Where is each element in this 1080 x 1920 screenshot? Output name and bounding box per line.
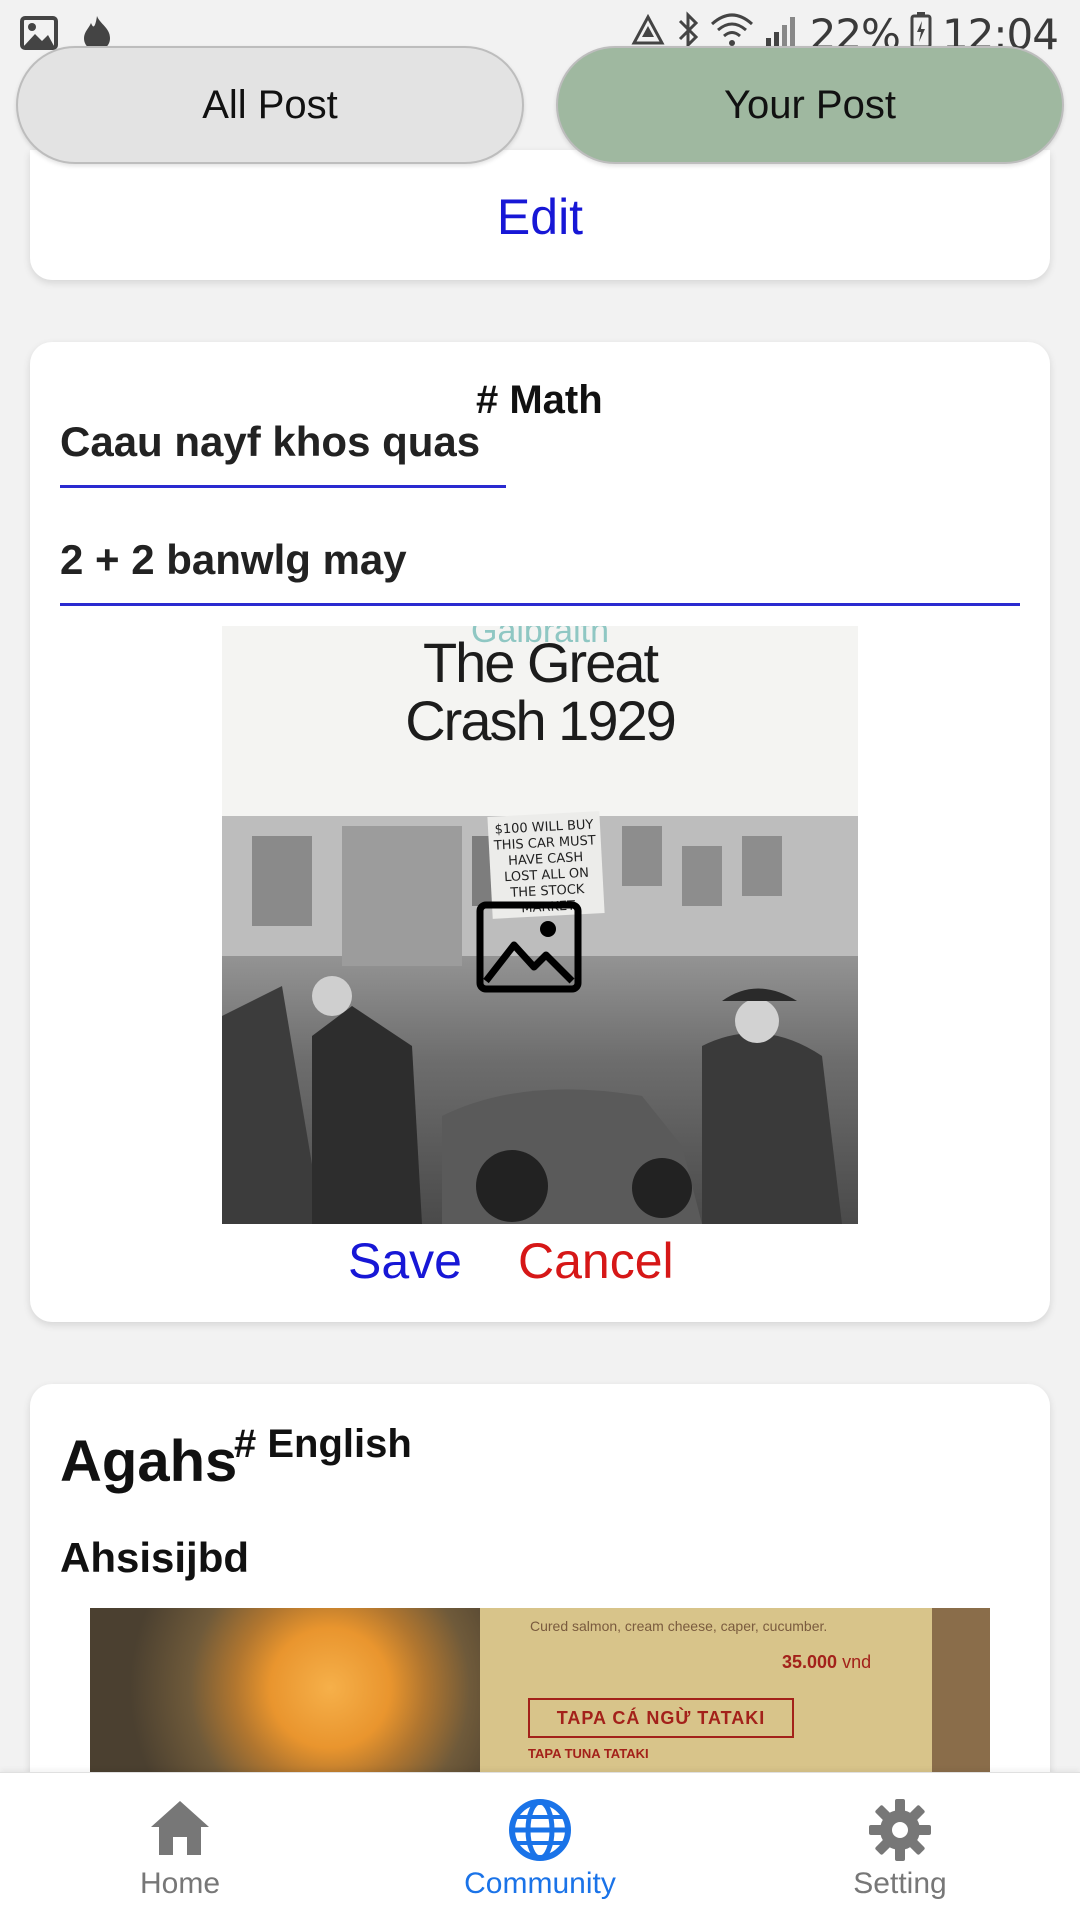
post-card-previous: Edit [30, 150, 1050, 280]
nav-item-setting[interactable]: Setting [720, 1773, 1080, 1920]
home-icon [147, 1797, 213, 1863]
post-tag: # Math [476, 378, 603, 422]
post-tag: # English [234, 1422, 412, 1466]
screen: 22% 12:04 Edit # Math Caau nayf khos qua… [0, 0, 1080, 1920]
post-body-input[interactable]: 2 + 2 banwlg may [60, 536, 1020, 606]
nav-label-community: Community [464, 1867, 616, 1900]
menu-description: Cured salmon, cream cheese, caper, cucum… [530, 1618, 828, 1634]
edit-button[interactable]: Edit [30, 188, 1050, 246]
globe-icon [507, 1797, 573, 1863]
cancel-button[interactable]: Cancel [518, 1232, 674, 1290]
tab-all-post[interactable]: All Post [16, 46, 524, 164]
menu-price: 35.000 vnd [782, 1652, 872, 1672]
gear-icon [867, 1797, 933, 1863]
post-card-editing: # Math Caau nayf khos quas 2 + 2 banwlg … [30, 342, 1050, 1322]
menu-item-name: TAPA CÁ NGỪ TATAKI [528, 1698, 794, 1738]
book-cover-top: Galbraith The Great Crash 1929 [222, 626, 858, 816]
bottom-navigation: Home Community Setting [0, 1772, 1080, 1920]
save-button[interactable]: Save [348, 1232, 462, 1290]
tab-your-post[interactable]: Your Post [556, 46, 1064, 164]
nav-item-community[interactable]: Community [360, 1773, 720, 1920]
post-title-input[interactable]: Caau nayf khos quas [60, 418, 506, 488]
nav-item-home[interactable]: Home [0, 1773, 360, 1920]
image-picker-icon[interactable] [476, 901, 582, 998]
menu-item-subname: TAPA TUNA TATAKI [528, 1746, 649, 1761]
post-body: Ahsisijbd [60, 1534, 250, 1581]
nav-label-home: Home [139, 1867, 221, 1900]
nav-label-setting: Setting [853, 1867, 947, 1900]
post-image[interactable]: Galbraith The Great Crash 1929 $100 WILL… [222, 626, 858, 1224]
post-title: Agahs [60, 1429, 238, 1494]
book-title: The Great Crash 1929 [405, 631, 677, 752]
